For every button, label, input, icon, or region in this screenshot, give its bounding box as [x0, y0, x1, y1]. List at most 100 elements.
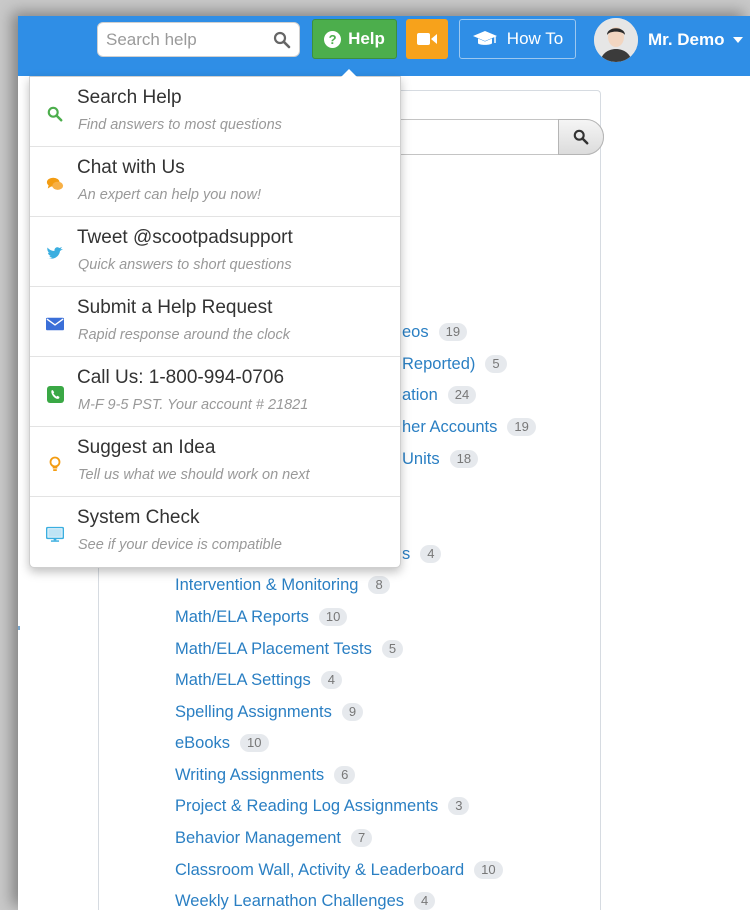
how-to-button[interactable]: How To [459, 19, 576, 59]
count-badge: 3 [448, 797, 470, 815]
count-badge: 24 [447, 386, 477, 404]
count-badge: 5 [485, 355, 507, 373]
help-button[interactable]: ? Help [312, 19, 397, 59]
count-badge: 5 [381, 640, 404, 658]
category-link[interactable]: Writing Assignments [175, 766, 324, 785]
count-badge: 10 [240, 734, 269, 752]
count-badge: 10 [474, 861, 503, 879]
count-badge: 7 [351, 829, 373, 847]
user-menu[interactable]: Mr. Demo [594, 18, 750, 62]
panel-search-button[interactable] [558, 119, 604, 155]
menu-item-subtitle: Find answers to most questions [78, 117, 282, 133]
search-icon [573, 129, 589, 145]
list-item[interactable]: eBooks 10 [175, 731, 269, 755]
list-item[interactable]: Units 18 [402, 447, 479, 471]
menu-item-subtitle: Rapid response around the clock [78, 327, 290, 343]
menu-item-subtitle: Tell us what we should work on next [78, 467, 310, 483]
category-link[interactable]: ation [402, 386, 438, 405]
menu-item-title: Submit a Help Request [77, 297, 273, 318]
menu-item-system-check[interactable]: System Check See if your device is compa… [30, 497, 400, 567]
menu-item-title: Call Us: 1-800-994-0706 [77, 367, 285, 388]
menu-item-title: Chat with Us [77, 157, 185, 178]
list-item[interactable]: eos 19 [402, 320, 468, 344]
count-badge: 18 [449, 450, 479, 468]
phone-icon [46, 385, 64, 403]
menu-item-subtitle: Quick answers to short questions [78, 257, 292, 273]
menu-item-tweet[interactable]: Tweet @scootpadsupport Quick answers to … [30, 217, 400, 287]
category-link[interactable]: Math/ELA Placement Tests [175, 640, 372, 659]
category-link[interactable]: Math/ELA Settings [175, 671, 311, 690]
graduation-cap-icon [472, 31, 497, 45]
search-icon[interactable] [273, 31, 291, 49]
avatar [594, 18, 638, 62]
category-link[interactable]: Intervention & Monitoring [175, 576, 358, 595]
list-item[interactable]: Reported) 5 [402, 352, 507, 376]
list-item[interactable]: Math/ELA Placement Tests 5 [175, 637, 404, 661]
menu-item-subtitle: See if your device is compatible [78, 537, 282, 553]
category-link[interactable]: Behavior Management [175, 829, 341, 848]
category-link[interactable]: Reported) [402, 355, 475, 374]
menu-item-title: System Check [77, 507, 200, 528]
question-circle-icon: ? [324, 30, 342, 48]
list-item[interactable]: Spelling Assignments 9 [175, 700, 364, 724]
count-badge: 8 [368, 576, 390, 594]
count-badge: 10 [318, 608, 348, 626]
count-badge: 4 [420, 545, 442, 563]
menu-item-subtitle: An expert can help you now! [78, 187, 261, 203]
lightbulb-icon [46, 455, 64, 473]
list-item[interactable]: ation 24 [402, 383, 477, 407]
envelope-icon [46, 315, 64, 333]
caret-down-icon [732, 37, 743, 43]
menu-item-subtitle: M-F 9-5 PST. Your account # 21821 [78, 397, 309, 413]
help-button-label: Help [348, 29, 385, 48]
category-link[interactable]: Weekly Learnathon Challenges [175, 892, 404, 910]
edge-marker [18, 626, 20, 630]
category-link[interactable]: eBooks [175, 734, 230, 753]
menu-item-submit-request[interactable]: Submit a Help Request Rapid response aro… [30, 287, 400, 357]
menu-item-title: Suggest an Idea [77, 437, 216, 458]
monitor-icon [46, 525, 64, 543]
list-item[interactable]: Project & Reading Log Assignments 3 [175, 794, 470, 818]
count-badge: 9 [341, 703, 364, 721]
chat-icon [46, 175, 64, 193]
list-item[interactable]: Classroom Wall, Activity & Leaderboard 1… [175, 858, 503, 882]
menu-item-suggest-idea[interactable]: Suggest an Idea Tell us what we should w… [30, 427, 400, 497]
user-name: Mr. Demo [648, 30, 725, 49]
help-search-input[interactable] [98, 23, 268, 56]
category-link[interactable]: Units [402, 450, 440, 469]
help-search-box[interactable] [97, 22, 300, 57]
category-link[interactable]: Classroom Wall, Activity & Leaderboard [175, 861, 464, 880]
how-to-label: How To [506, 29, 564, 48]
list-item[interactable]: s 4 [402, 542, 442, 566]
help-dropdown-menu: Search Help Find answers to most questio… [29, 69, 401, 568]
list-item[interactable]: Math/ELA Reports 10 [175, 605, 348, 629]
top-navbar: ? Help How To [18, 16, 750, 76]
count-badge: 4 [320, 671, 342, 689]
category-link[interactable]: s [402, 545, 410, 564]
count-badge: 4 [414, 892, 436, 910]
list-item[interactable]: Math/ELA Settings 4 [175, 668, 342, 692]
menu-item-title: Tweet @scootpadsupport [77, 227, 293, 248]
category-link[interactable]: eos [402, 323, 429, 342]
video-camera-icon [417, 33, 437, 45]
list-item[interactable]: Behavior Management 7 [175, 826, 373, 850]
list-item[interactable]: Writing Assignments 6 [175, 763, 356, 787]
count-badge: 19 [438, 323, 468, 341]
category-link[interactable]: Math/ELA Reports [175, 608, 309, 627]
video-button[interactable] [406, 19, 448, 59]
search-icon [46, 105, 64, 123]
menu-item-search-help[interactable]: Search Help Find answers to most questio… [30, 77, 400, 147]
list-item[interactable]: Weekly Learnathon Challenges 4 [175, 889, 436, 910]
list-item[interactable]: her Accounts 19 [402, 415, 536, 439]
app-window: ? Help How To [18, 16, 750, 910]
category-link[interactable]: Spelling Assignments [175, 703, 332, 722]
twitter-icon [46, 245, 64, 263]
menu-item-call-us[interactable]: Call Us: 1-800-994-0706 M-F 9-5 PST. You… [30, 357, 400, 427]
count-badge: 19 [507, 418, 536, 436]
count-badge: 6 [334, 766, 356, 784]
category-link[interactable]: Project & Reading Log Assignments [175, 797, 438, 816]
menu-item-chat[interactable]: Chat with Us An expert can help you now! [30, 147, 400, 217]
menu-item-title: Search Help [77, 87, 182, 108]
list-item[interactable]: Intervention & Monitoring 8 [175, 573, 390, 597]
category-link[interactable]: her Accounts [402, 418, 497, 437]
